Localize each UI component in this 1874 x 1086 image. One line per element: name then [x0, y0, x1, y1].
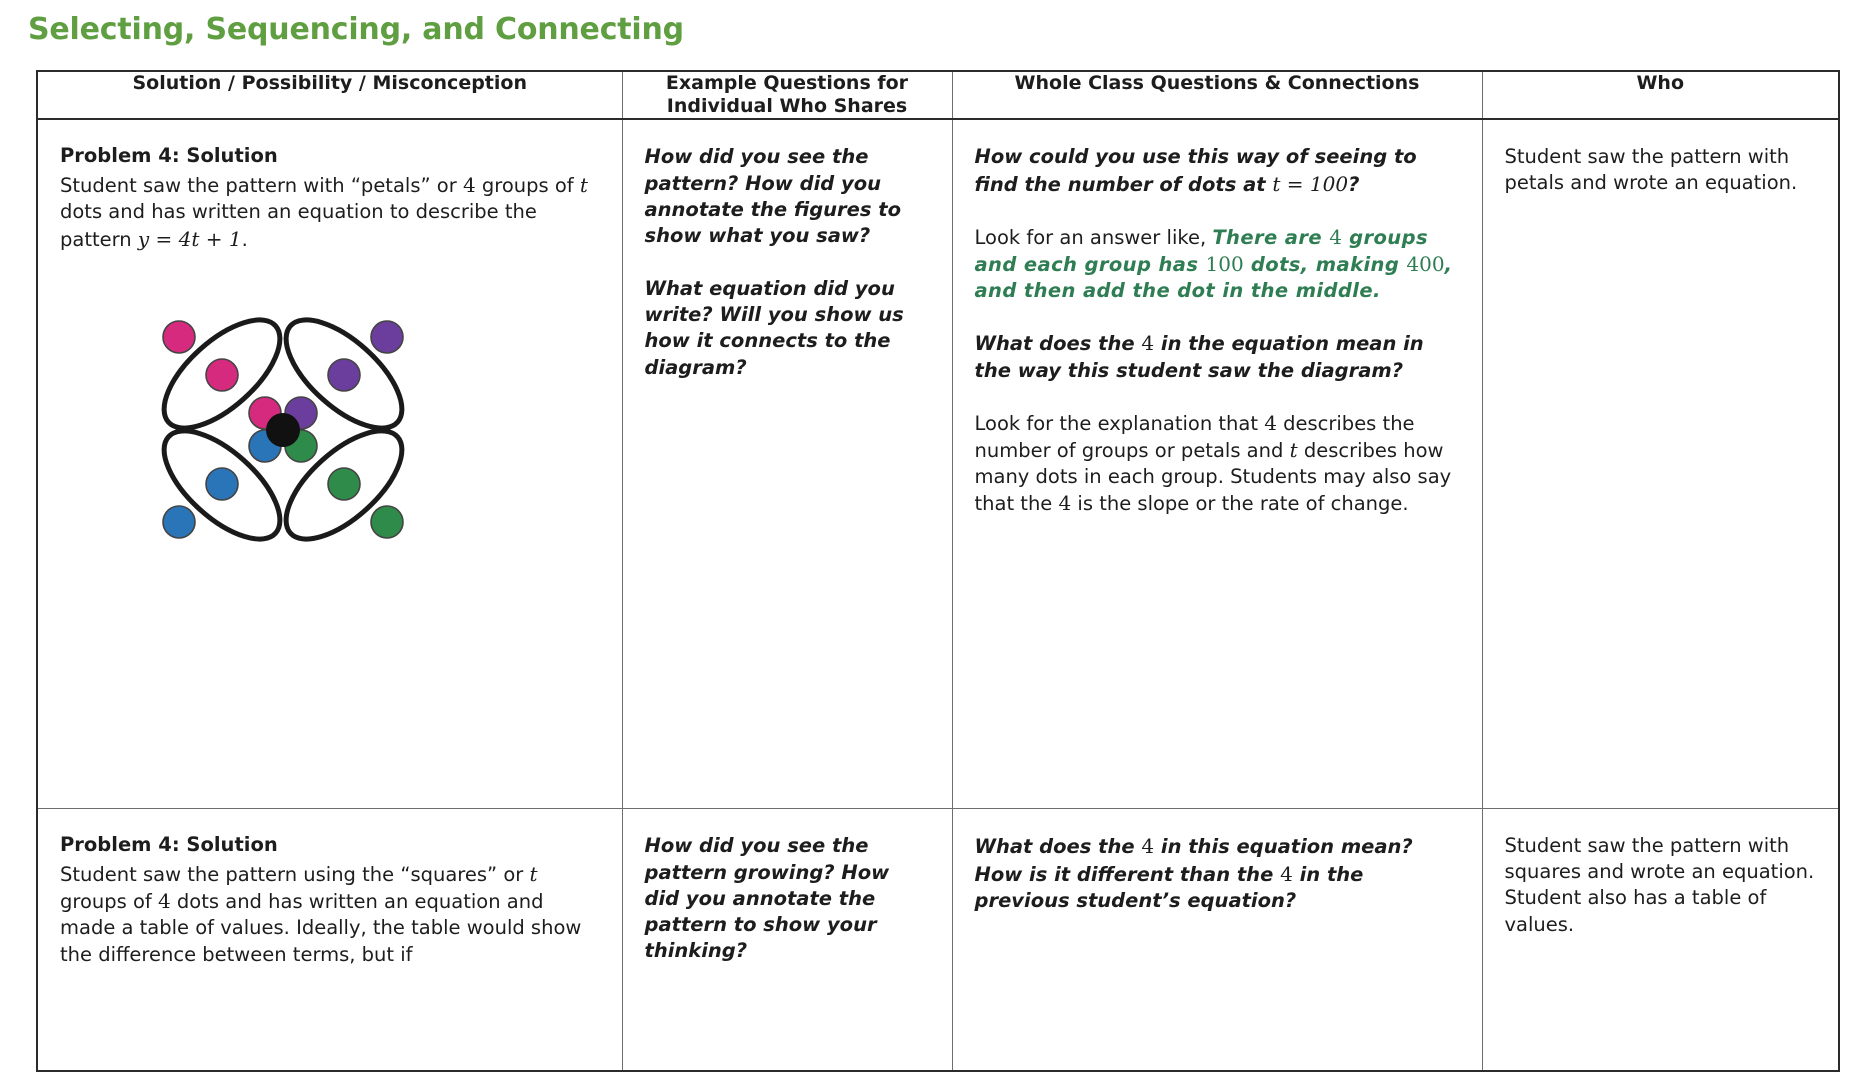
p2-math-4a: 4 [1264, 410, 1277, 435]
row1-wc-q1: How could you use this way of seeing to … [975, 144, 1460, 198]
green-c: dots, making [1243, 253, 1407, 277]
selecting-sequencing-table: Solution / Possibility / Misconception E… [36, 70, 1840, 1072]
header-example-questions: Example Questions for Individual Who Sha… [622, 71, 953, 121]
row1-solution-heading: Problem 4: Solution [60, 144, 278, 168]
selecting-sequencing-table-wrapper: Solution / Possibility / Misconception E… [36, 70, 1840, 1072]
row1-wc-look-for-2: Look for the explanation that 4 describe… [975, 410, 1460, 518]
row1-wc-q2: What does the 4 in the equation mean in … [975, 330, 1460, 384]
row2-solution-heading: Problem 4: Solution [60, 833, 278, 857]
dot-blue-3 [162, 504, 196, 539]
wc-q1-math: t = 100 [1272, 171, 1349, 196]
wc-q1-end: ? [1348, 172, 1360, 196]
desc-math-4: 4 [462, 173, 476, 198]
page-title: Selecting, Sequencing, and Connecting [28, 12, 684, 47]
r2-desc-part-1: Student saw the pattern using the “squar… [60, 863, 530, 887]
desc-period: . [241, 227, 248, 251]
flower-diagram-svg [161, 317, 405, 542]
row1-solution-description: Student saw the pattern with “petals” or… [60, 172, 600, 252]
dot-green-2 [327, 466, 361, 501]
row1-example-questions-cell: How did you see the pattern? How did you… [622, 119, 953, 810]
row2-solution-cell: Problem 4: Solution Student saw the patt… [37, 808, 623, 1071]
row1-q2: What equation did you write? Will you sh… [644, 276, 904, 379]
header-who: Who [1482, 71, 1839, 121]
header-row: Solution / Possibility / Misconception E… [37, 71, 1839, 121]
table-row: Problem 4: Solution Student saw the patt… [37, 119, 1839, 810]
look-for-prefix: Look for an answer like, [974, 225, 1213, 249]
table-row: Problem 4: Solution Student saw the patt… [37, 808, 1839, 1071]
row1-wc-look-for-1: Look for an answer like, There are 4 gro… [975, 224, 1460, 304]
dot-purple-1 [370, 319, 404, 354]
dot-pink-2 [205, 357, 239, 392]
dot-purple-2 [327, 357, 361, 392]
dot-pink-1 [162, 319, 196, 354]
row1-solution-cell: Problem 4: Solution Student saw the patt… [37, 119, 623, 810]
green-num-100: 100 [1205, 252, 1244, 277]
row1-who-cell: Student saw the pattern with petals and … [1482, 119, 1839, 810]
desc-part-2: groups of [475, 174, 580, 198]
r2-wc-math-4b: 4 [1280, 861, 1293, 886]
row1-q1: How did you see the pattern? How did you… [644, 145, 902, 248]
dot-center-black [266, 412, 300, 447]
row2-whole-class-cell: What does the 4 in this equation mean? H… [952, 808, 1483, 1071]
desc-equation: y = 4t + 1 [137, 226, 242, 251]
r2-wc-math-4a: 4 [1141, 834, 1155, 859]
r2-desc-math-t: t [529, 862, 538, 887]
wc-q2-part1: What does the [974, 332, 1142, 356]
r2-desc-math-4: 4 [158, 889, 171, 914]
row2-q1: How did you see the pattern growing? How… [644, 834, 890, 963]
row1-who-text: Student saw the pattern with petals and … [1504, 145, 1798, 195]
desc-math-t: t [579, 173, 588, 198]
document-page: Selecting, Sequencing, and Connecting So… [0, 0, 1874, 1086]
dot-green-3 [370, 504, 404, 539]
table-body: Problem 4: Solution Student saw the patt… [37, 119, 1839, 1071]
header-whole-class: Whole Class Questions & Connections [952, 71, 1483, 121]
header-solution: Solution / Possibility / Misconception [37, 71, 623, 121]
row2-solution-description: Student saw the pattern using the “squar… [60, 861, 600, 968]
green-num-4: 4 [1329, 224, 1342, 249]
table-header: Solution / Possibility / Misconception E… [37, 71, 1839, 121]
row2-wc-q1: What does the 4 in this equation mean? H… [975, 833, 1460, 914]
p2-math-t: t [1289, 438, 1298, 463]
green-a: There are [1212, 225, 1330, 249]
p2-math-4b: 4 [1058, 491, 1072, 516]
row2-who-cell: Student saw the pattern with squares and… [1482, 809, 1839, 1071]
r2-wc-a: What does the [974, 835, 1142, 859]
p2-d: is the slope or the rate of change. [1071, 492, 1409, 516]
row1-whole-class-cell: How could you use this way of seeing to … [952, 119, 1483, 810]
four-petal-dot-diagram [122, 289, 600, 569]
row2-example-questions-cell: How did you see the pattern growing? How… [622, 808, 953, 1071]
row2-who-text: Student saw the pattern with squares and… [1504, 834, 1815, 936]
dot-blue-2 [205, 466, 239, 501]
p2-a: Look for the explanation that [974, 411, 1265, 435]
green-num-400: 400 [1406, 252, 1445, 277]
r2-desc-part-2: groups of [60, 890, 158, 914]
desc-part-3: dots and has written an equation to desc… [60, 200, 537, 251]
wc-q2-math: 4 [1141, 331, 1155, 356]
desc-part-1: Student saw the pattern with “petals” or [60, 174, 463, 198]
